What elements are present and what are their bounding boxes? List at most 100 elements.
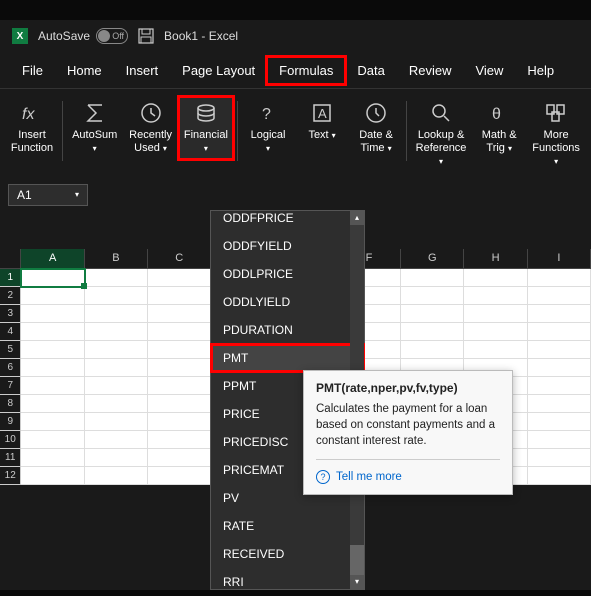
scroll-down-icon[interactable]: ▾ (350, 575, 364, 589)
cell[interactable] (528, 269, 591, 287)
cell[interactable] (85, 341, 148, 359)
scroll-up-icon[interactable]: ▴ (350, 211, 364, 225)
cell[interactable] (148, 305, 211, 323)
cell[interactable] (401, 305, 464, 323)
ribbon-financial-button[interactable]: Financial ▾ (179, 97, 234, 159)
cell[interactable] (528, 323, 591, 341)
ribbon-text-button[interactable]: AText ▾ (296, 97, 348, 146)
row-header[interactable]: 4 (0, 323, 21, 341)
cell[interactable] (148, 395, 211, 413)
cell[interactable] (21, 467, 84, 485)
column-header[interactable]: B (85, 249, 148, 269)
row-header[interactable]: 3 (0, 305, 21, 323)
function-oddfprice[interactable]: ODDFPRICE (211, 211, 364, 232)
tell-me-more-link[interactable]: ? Tell me more (316, 470, 500, 484)
cell[interactable] (464, 323, 527, 341)
function-rri[interactable]: RRI (211, 568, 364, 596)
row-header[interactable]: 6 (0, 359, 21, 377)
cell[interactable] (85, 269, 148, 287)
row-header[interactable]: 7 (0, 377, 21, 395)
menu-home[interactable]: Home (55, 57, 114, 84)
menu-review[interactable]: Review (397, 57, 464, 84)
menu-data[interactable]: Data (345, 57, 396, 84)
cell[interactable] (21, 323, 84, 341)
cell[interactable] (148, 413, 211, 431)
cell[interactable] (85, 449, 148, 467)
cell[interactable] (148, 449, 211, 467)
cell[interactable] (21, 395, 84, 413)
function-rate[interactable]: RATE (211, 512, 364, 540)
cell[interactable] (401, 287, 464, 305)
cell[interactable] (528, 341, 591, 359)
save-icon[interactable] (138, 28, 154, 44)
cell[interactable] (401, 341, 464, 359)
cell[interactable] (528, 395, 591, 413)
row-header[interactable]: 10 (0, 431, 21, 449)
name-box[interactable]: A1 ▾ (8, 184, 88, 206)
column-header[interactable]: H (464, 249, 527, 269)
row-header[interactable]: 2 (0, 287, 21, 305)
ribbon-date--button[interactable]: Date &Time ▾ (350, 97, 402, 159)
cell[interactable] (21, 269, 84, 287)
menu-insert[interactable]: Insert (114, 57, 171, 84)
cell[interactable] (148, 359, 211, 377)
cell[interactable] (21, 305, 84, 323)
cell[interactable] (148, 431, 211, 449)
function-oddlyield[interactable]: ODDLYIELD (211, 288, 364, 316)
cell[interactable] (85, 323, 148, 341)
cell[interactable] (464, 341, 527, 359)
cell[interactable] (148, 287, 211, 305)
function-oddfyield[interactable]: ODDFYIELD (211, 232, 364, 260)
cell[interactable] (528, 467, 591, 485)
function-received[interactable]: RECEIVED (211, 540, 364, 568)
scroll-thumb[interactable] (350, 545, 364, 575)
cell[interactable] (401, 323, 464, 341)
cell[interactable] (148, 323, 211, 341)
select-all-corner[interactable] (0, 249, 21, 269)
cell[interactable] (528, 431, 591, 449)
cell[interactable] (528, 359, 591, 377)
ribbon-logical-button[interactable]: ?Logical ▾ (242, 97, 294, 159)
cell[interactable] (21, 413, 84, 431)
cell[interactable] (21, 449, 84, 467)
row-header[interactable]: 5 (0, 341, 21, 359)
cell[interactable] (401, 269, 464, 287)
cell[interactable] (85, 467, 148, 485)
cell[interactable] (21, 341, 84, 359)
column-header[interactable]: G (401, 249, 464, 269)
menu-view[interactable]: View (463, 57, 515, 84)
cell[interactable] (464, 287, 527, 305)
cell[interactable] (148, 269, 211, 287)
menu-formulas[interactable]: Formulas (267, 57, 345, 84)
cell[interactable] (464, 269, 527, 287)
cell[interactable] (21, 359, 84, 377)
column-header[interactable]: I (528, 249, 591, 269)
cell[interactable] (85, 377, 148, 395)
row-header[interactable]: 9 (0, 413, 21, 431)
ribbon-more-button[interactable]: MoreFunctions ▾ (527, 97, 585, 173)
cell[interactable] (528, 377, 591, 395)
autosave-toggle[interactable]: Off (96, 28, 128, 44)
ribbon-autosum-button[interactable]: AutoSum ▾ (67, 97, 123, 159)
row-header[interactable]: 12 (0, 467, 21, 485)
ribbon-lookup--button[interactable]: Lookup &Reference ▾ (411, 97, 471, 173)
cell[interactable] (528, 305, 591, 323)
cell[interactable] (464, 305, 527, 323)
cell[interactable] (148, 377, 211, 395)
cell[interactable] (528, 449, 591, 467)
cell[interactable] (528, 287, 591, 305)
menu-page-layout[interactable]: Page Layout (170, 57, 267, 84)
function-pduration[interactable]: PDURATION (211, 316, 364, 344)
cell[interactable] (148, 467, 211, 485)
cell[interactable] (21, 431, 84, 449)
menu-file[interactable]: File (10, 57, 55, 84)
cell[interactable] (148, 341, 211, 359)
cell[interactable] (85, 305, 148, 323)
cell[interactable] (85, 287, 148, 305)
function-oddlprice[interactable]: ODDLPRICE (211, 260, 364, 288)
ribbon-recently-button[interactable]: RecentlyUsed ▾ (125, 97, 177, 159)
row-header[interactable]: 1 (0, 269, 21, 287)
column-header[interactable]: A (21, 249, 84, 269)
cell[interactable] (21, 287, 84, 305)
cell[interactable] (85, 413, 148, 431)
